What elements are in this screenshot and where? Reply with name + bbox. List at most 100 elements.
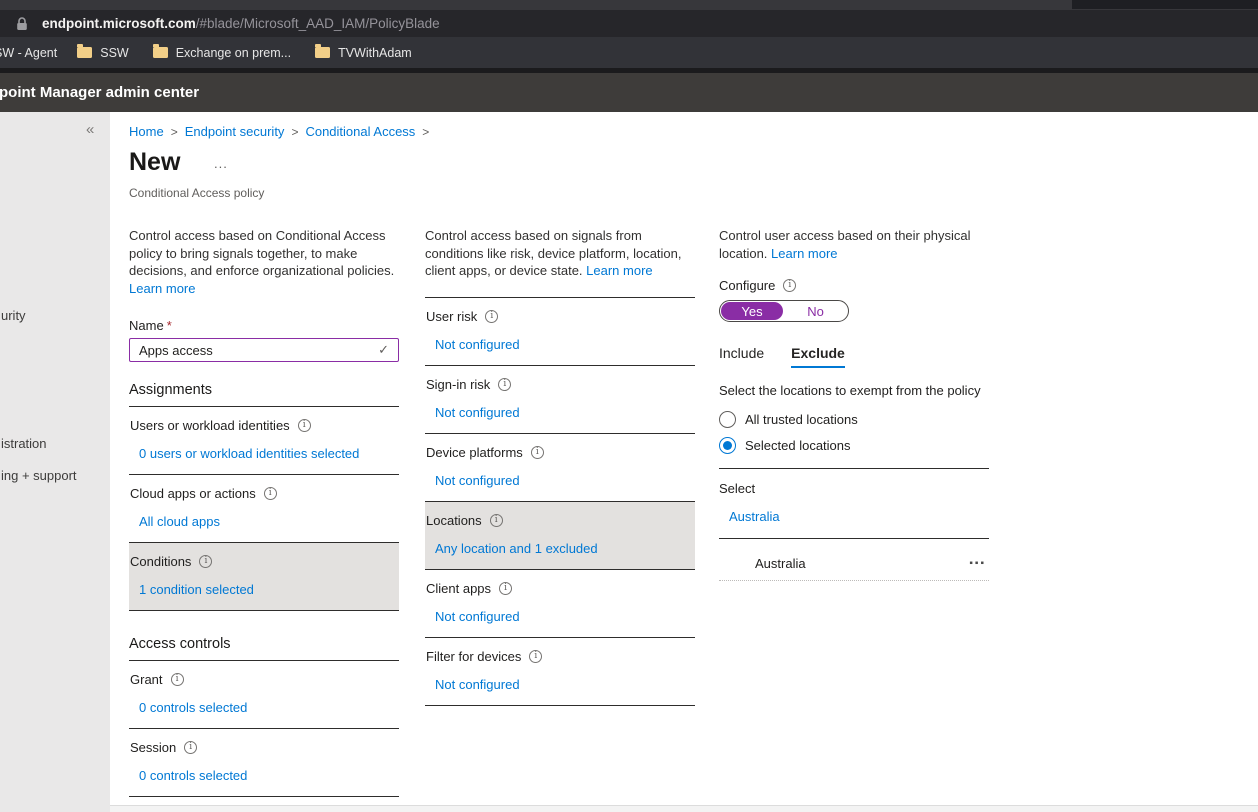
radio-icon[interactable] [719, 411, 736, 428]
divider [719, 538, 989, 539]
breadcrumb-separator: > [171, 125, 178, 139]
device-platforms-section: Device platforms i Not configured [425, 434, 695, 502]
locations-section: Locations i Any location and 1 excluded [425, 502, 695, 570]
sidebar-item-troubleshooting-support[interactable]: ing + support [1, 468, 77, 483]
conditions-learn-more-link[interactable]: Learn more [586, 263, 652, 278]
filter-for-devices-label: Filter for devices [426, 649, 521, 664]
policy-description: Control access based on Conditional Acce… [129, 227, 399, 280]
configure-label: Configure [719, 278, 775, 293]
page-title: New [129, 148, 180, 177]
conditions-link[interactable]: 1 condition selected [139, 582, 399, 597]
bookmark-label: SW - Agent [0, 46, 57, 60]
sidebar: « urity istration ing + support [0, 112, 110, 812]
info-icon[interactable]: i [490, 514, 503, 527]
page-subtitle: Conditional Access policy [129, 186, 264, 200]
filter-for-devices-section: Filter for devices i Not configured [425, 638, 695, 706]
app-header: point Manager admin center [0, 73, 1258, 112]
cloud-apps-actions-label: Cloud apps or actions [130, 486, 256, 501]
bookmark-label: Exchange on prem... [176, 46, 291, 60]
info-icon[interactable]: i [199, 555, 212, 568]
user-risk-link[interactable]: Not configured [435, 337, 695, 352]
sign-in-risk-label: Sign-in risk [426, 377, 490, 392]
sign-in-risk-link[interactable]: Not configured [435, 405, 695, 420]
client-apps-section: Client apps i Not configured [425, 570, 695, 638]
app-header-title: point Manager admin center [0, 84, 199, 101]
bookmark-tvwithadam[interactable]: TVWithAdam [315, 46, 412, 60]
info-icon[interactable]: i [298, 419, 311, 432]
sidebar-item-endpoint-security[interactable]: urity [1, 308, 26, 323]
conditions-section: Conditions i 1 condition selected [129, 543, 399, 611]
radio-all-trusted-locations[interactable]: All trusted locations [719, 411, 989, 428]
policy-name-value: Apps access [139, 343, 213, 358]
info-icon[interactable]: i [499, 582, 512, 595]
selected-location-name: Australia [755, 556, 806, 571]
folder-icon [77, 47, 92, 58]
toggle-no-option[interactable]: No [783, 304, 848, 319]
user-risk-label: User risk [426, 309, 477, 324]
sidebar-collapse-icon[interactable]: « [86, 121, 94, 138]
device-platforms-link[interactable]: Not configured [435, 473, 695, 488]
bookmark-sw-agent[interactable]: SW - Agent [0, 46, 57, 60]
toggle-yes-option[interactable]: Yes [721, 302, 783, 320]
configure-toggle[interactable]: Yes No [719, 300, 849, 322]
info-icon[interactable]: i [184, 741, 197, 754]
bookmark-exchange-on-prem[interactable]: Exchange on prem... [153, 46, 291, 60]
info-icon[interactable]: i [485, 310, 498, 323]
locations-description: Control user access based on their physi… [719, 228, 970, 261]
bookmark-label: TVWithAdam [338, 46, 412, 60]
configure-row: Configure i [719, 278, 989, 293]
bookmark-label: SSW [100, 46, 128, 60]
screen: endpoint.microsoft.com/#blade/Microsoft_… [0, 0, 1258, 812]
breadcrumb-home[interactable]: Home [129, 124, 164, 139]
info-icon[interactable]: i [783, 279, 796, 292]
info-icon[interactable]: i [171, 673, 184, 686]
session-section: Session i 0 controls selected [129, 729, 399, 797]
locations-learn-more-link[interactable]: Learn more [771, 246, 837, 261]
browser-address-bar[interactable]: endpoint.microsoft.com/#blade/Microsoft_… [0, 10, 1258, 37]
info-icon[interactable]: i [531, 446, 544, 459]
selected-location-row: Australia ▪▪▪ [719, 556, 989, 571]
breadcrumb-separator: > [291, 125, 298, 139]
info-icon[interactable]: i [498, 378, 511, 391]
policy-name-input[interactable]: Apps access ✓ [129, 338, 399, 362]
grant-section: Grant i 0 controls selected [129, 661, 399, 729]
info-icon[interactable]: i [529, 650, 542, 663]
users-workload-identities-label: Users or workload identities [130, 418, 290, 433]
conditions-column: Control access based on signals from con… [425, 227, 695, 706]
policy-column: Control access based on Conditional Acce… [129, 227, 399, 797]
dotted-divider [719, 580, 989, 581]
bookmark-ssw[interactable]: SSW [77, 46, 128, 60]
row-more-menu-icon[interactable]: ▪▪▪ [969, 558, 986, 569]
radio-icon-checked[interactable] [719, 437, 736, 454]
url-domain: endpoint.microsoft.com [42, 16, 196, 31]
url-path: /#blade/Microsoft_AAD_IAM/PolicyBlade [196, 16, 440, 31]
sign-in-risk-section: Sign-in risk i Not configured [425, 366, 695, 434]
page-context-menu-icon[interactable]: ... [214, 156, 228, 171]
users-workload-identities-link[interactable]: 0 users or workload identities selected [139, 446, 399, 461]
tab-include[interactable]: Include [719, 345, 764, 368]
main-pane: Home > Endpoint security > Conditional A… [110, 112, 1258, 812]
grant-link[interactable]: 0 controls selected [139, 700, 399, 715]
required-asterisk: * [167, 318, 172, 333]
select-locations-link[interactable]: Australia [729, 509, 989, 524]
grant-label: Grant [130, 672, 163, 687]
breadcrumb: Home > Endpoint security > Conditional A… [129, 124, 429, 139]
sidebar-item-tenant-administration[interactable]: istration [1, 436, 47, 451]
valid-check-icon: ✓ [378, 342, 389, 358]
device-platforms-label: Device platforms [426, 445, 523, 460]
breadcrumb-conditional-access[interactable]: Conditional Access [305, 124, 415, 139]
radio-label: Selected locations [745, 438, 851, 453]
session-link[interactable]: 0 controls selected [139, 768, 399, 783]
radio-selected-locations[interactable]: Selected locations [719, 437, 989, 454]
tab-exclude[interactable]: Exclude [791, 345, 845, 368]
cloud-apps-actions-link[interactable]: All cloud apps [139, 514, 399, 529]
include-exclude-tabs: Include Exclude [719, 345, 989, 368]
window-titlebar [0, 0, 1258, 10]
info-icon[interactable]: i [264, 487, 277, 500]
client-apps-link[interactable]: Not configured [435, 609, 695, 624]
access-controls-header: Access controls [129, 636, 399, 661]
breadcrumb-endpoint-security[interactable]: Endpoint security [185, 124, 285, 139]
filter-for-devices-link[interactable]: Not configured [435, 677, 695, 692]
policy-learn-more-link[interactable]: Learn more [129, 281, 195, 296]
locations-link[interactable]: Any location and 1 excluded [435, 541, 695, 556]
